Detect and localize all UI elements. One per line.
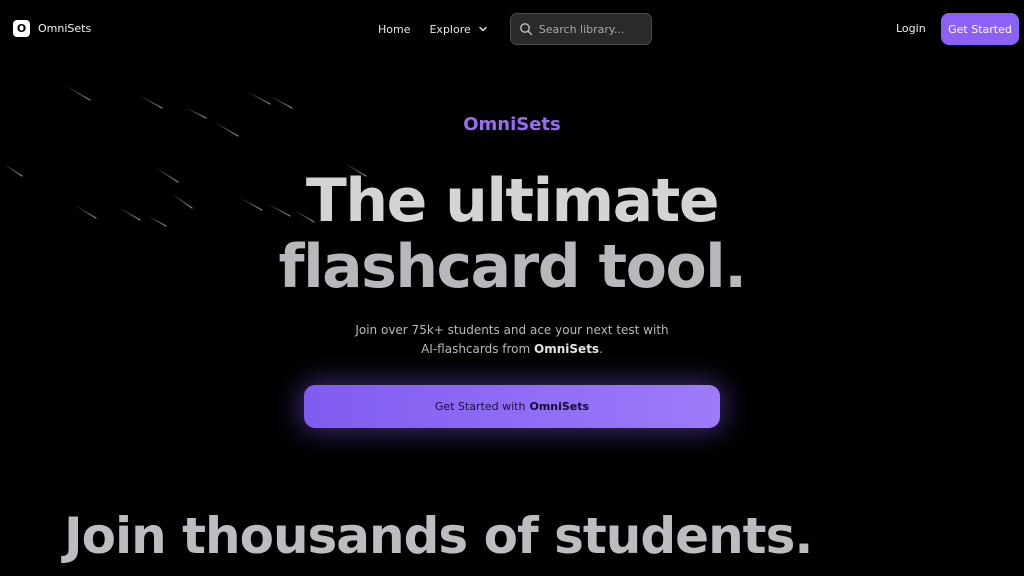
search-icon xyxy=(519,23,532,36)
hero-eyebrow: OmniSets xyxy=(463,114,561,135)
search-input[interactable] xyxy=(538,22,649,36)
hero-cta-button[interactable]: Get Started with OmniSets xyxy=(304,385,720,428)
chevron-down-icon xyxy=(479,26,487,32)
hero-headline-line2: flashcard tool. xyxy=(278,232,747,302)
logo-icon: O xyxy=(13,20,30,37)
hero-cta-brand: OmniSets xyxy=(529,400,590,413)
brand-name: OmniSets xyxy=(38,22,92,35)
top-navbar: O OmniSets Home Explore Login Get Starte… xyxy=(0,0,1024,58)
nav-explore-label: Explore xyxy=(429,22,471,36)
hero-subtitle: Join over 75k+ students and ace your nex… xyxy=(0,321,1024,359)
brand-link[interactable]: O OmniSets xyxy=(13,20,91,37)
get-started-button[interactable]: Get Started xyxy=(941,13,1019,45)
hero-subtitle-brand: OmniSets xyxy=(534,342,600,356)
login-link[interactable]: Login xyxy=(896,22,926,35)
hero-subtitle-line1: Join over 75k+ students and ace your nex… xyxy=(355,323,669,337)
nav-home-link[interactable]: Home xyxy=(378,23,410,36)
landing-page: O OmniSets Home Explore Login Get Starte… xyxy=(0,0,1024,576)
hero-headline: The ultimate flashcard tool. xyxy=(0,168,1024,300)
hero-subtitle-period: . xyxy=(599,342,603,356)
nav-explore-dropdown[interactable]: Explore xyxy=(429,23,488,36)
hero-cta-label: Get Started with xyxy=(434,400,526,413)
section-title: Join thousands of students. xyxy=(64,507,813,565)
nav-center-group: Home Explore xyxy=(378,13,652,45)
hero-subtitle-line2-prefix: AI-flashcards from xyxy=(421,342,531,356)
hero-headline-line1: The ultimate xyxy=(305,166,720,236)
search-box[interactable] xyxy=(509,13,652,45)
